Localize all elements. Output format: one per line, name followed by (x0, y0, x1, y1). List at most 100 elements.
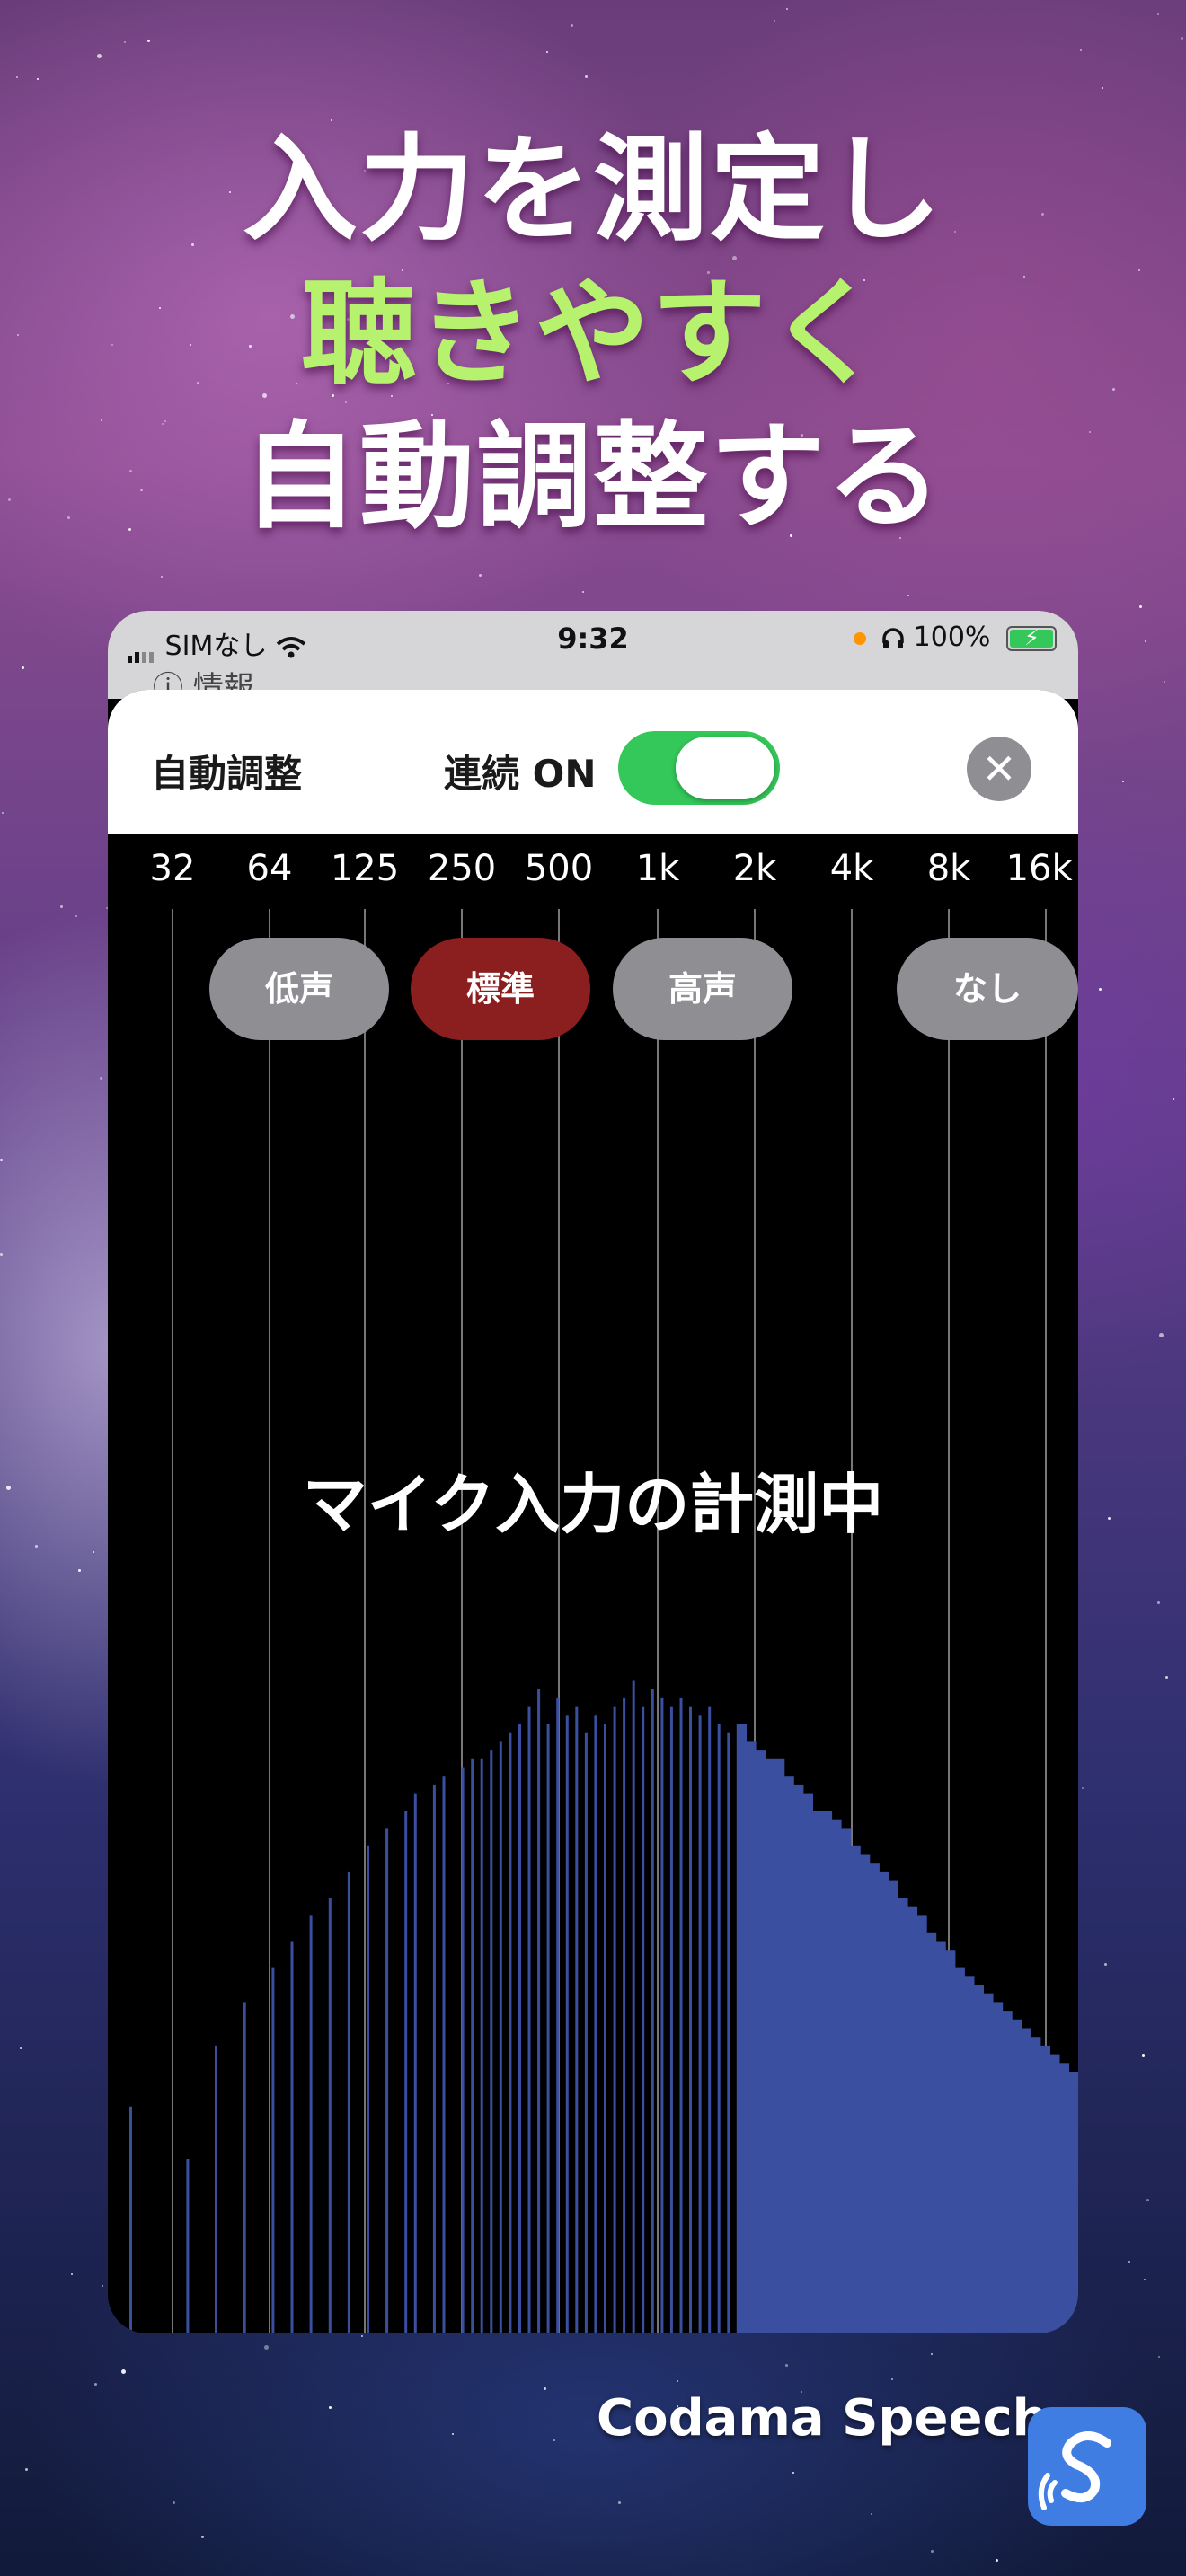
spectrum-bar (129, 2106, 132, 2333)
star (263, 2344, 269, 2350)
spectrum-bar (756, 1750, 766, 2333)
star (328, 2406, 332, 2410)
spectrum-bar (993, 2002, 1004, 2333)
spectrum-bar (1031, 2037, 1041, 2333)
star (452, 2433, 455, 2436)
spectrum-bar (736, 1724, 747, 2333)
preset-button-2[interactable]: 高声 (613, 938, 792, 1040)
spectrum-bar (432, 1784, 436, 2333)
spectrum-bar (518, 1724, 521, 2333)
star (201, 2535, 205, 2538)
star (19, 2047, 22, 2050)
star (553, 2439, 556, 2442)
headline-line-2: 聴きやすく (300, 267, 885, 401)
freq-label-4k: 4k (829, 848, 874, 889)
spectrum-bar (632, 1680, 635, 2333)
star (160, 576, 163, 578)
star (585, 75, 589, 79)
star (60, 904, 64, 908)
spectrum-bar (575, 1706, 579, 2333)
star (102, 2285, 104, 2288)
spectrum-bar (509, 1732, 512, 2333)
spectrum-bar (471, 1758, 474, 2333)
spectrum-bar (926, 1932, 937, 2333)
spectrum-bar (527, 1706, 531, 2333)
star (1145, 640, 1147, 643)
preset-button-1[interactable]: 標準 (411, 938, 590, 1040)
spectrum-bar (802, 1793, 813, 2333)
star (677, 2380, 679, 2383)
spectrum-bar (499, 1741, 502, 2333)
spectrum-bar (869, 1863, 880, 2333)
spectrum-bar (879, 1871, 890, 2333)
sheet-header: 自動調整 連続 ON ✕ (108, 690, 1078, 834)
star (1172, 1098, 1174, 1101)
star (172, 2501, 175, 2505)
star (570, 23, 573, 27)
spectrum-bar (290, 1941, 294, 2333)
star (120, 2369, 126, 2375)
spectrum-bar (1040, 2045, 1050, 2333)
star (1128, 2261, 1130, 2263)
star (618, 2501, 622, 2504)
spectrum-bar (783, 1776, 794, 2333)
star (70, 2273, 73, 2276)
spectrum-bar (793, 1784, 804, 2333)
star (931, 2550, 934, 2554)
star (543, 2387, 546, 2391)
spectrum-bar (490, 1750, 493, 2333)
star (1181, 36, 1184, 40)
star (360, 2334, 363, 2337)
spectrum-bar (954, 1967, 965, 2333)
star (100, 1076, 103, 1080)
spectrum-bar (537, 1689, 541, 2333)
spectrum-bar (850, 1845, 861, 2333)
spectrum-bar (746, 1741, 757, 2333)
spectrum-bar (271, 1967, 275, 2333)
mic-indicator-icon (853, 631, 866, 645)
spectrum-bar (964, 1976, 975, 2333)
freq-label-32: 32 (149, 848, 196, 889)
spectrum-bar (765, 1758, 775, 2333)
star (78, 1568, 82, 1572)
preset-button-3[interactable]: なし (897, 938, 1078, 1040)
spectrum-bar (367, 1845, 369, 2333)
star (1102, 86, 1104, 89)
close-icon[interactable]: ✕ (967, 737, 1031, 801)
star (93, 2382, 97, 2386)
spectrum-bar (442, 1776, 446, 2333)
spectrum-bar (1012, 2019, 1022, 2333)
spectrum-bar (546, 1724, 550, 2333)
star (22, 666, 25, 670)
spectrum-bar (480, 1758, 483, 2333)
spectrum-bar (584, 1732, 588, 2333)
star (907, 595, 910, 597)
spectrum-bar (623, 1697, 626, 2333)
spectrum-bar (727, 1732, 730, 2333)
star (792, 2471, 795, 2474)
spectrum-bar (717, 1724, 721, 2333)
spectrum-bar (669, 1706, 673, 2333)
star (1099, 987, 1102, 991)
star (1142, 2054, 1146, 2058)
spectrum-bar (461, 1767, 465, 2333)
star (891, 2378, 894, 2380)
spectrum-bar (1002, 2011, 1013, 2333)
freq-label-8k: 8k (926, 848, 971, 889)
continuous-toggle[interactable] (618, 731, 780, 805)
spectrum-bar (916, 1915, 927, 2333)
freq-label-1k: 1k (635, 848, 680, 889)
spectrum-bar (651, 1689, 654, 2333)
preset-button-0[interactable]: 低声 (209, 938, 389, 1040)
spectrum-bar (679, 1697, 683, 2333)
spectrum-bar (613, 1706, 616, 2333)
spectrum-bar (774, 1758, 785, 2333)
star (995, 2559, 998, 2563)
star (1122, 781, 1125, 783)
spectrum-bar (565, 1715, 569, 2333)
spectrum-bar (385, 1828, 389, 2333)
star (5, 1486, 11, 1491)
star (1156, 1601, 1160, 1605)
freq-label-2k: 2k (732, 848, 777, 889)
spectrum-bar (1021, 2028, 1031, 2333)
